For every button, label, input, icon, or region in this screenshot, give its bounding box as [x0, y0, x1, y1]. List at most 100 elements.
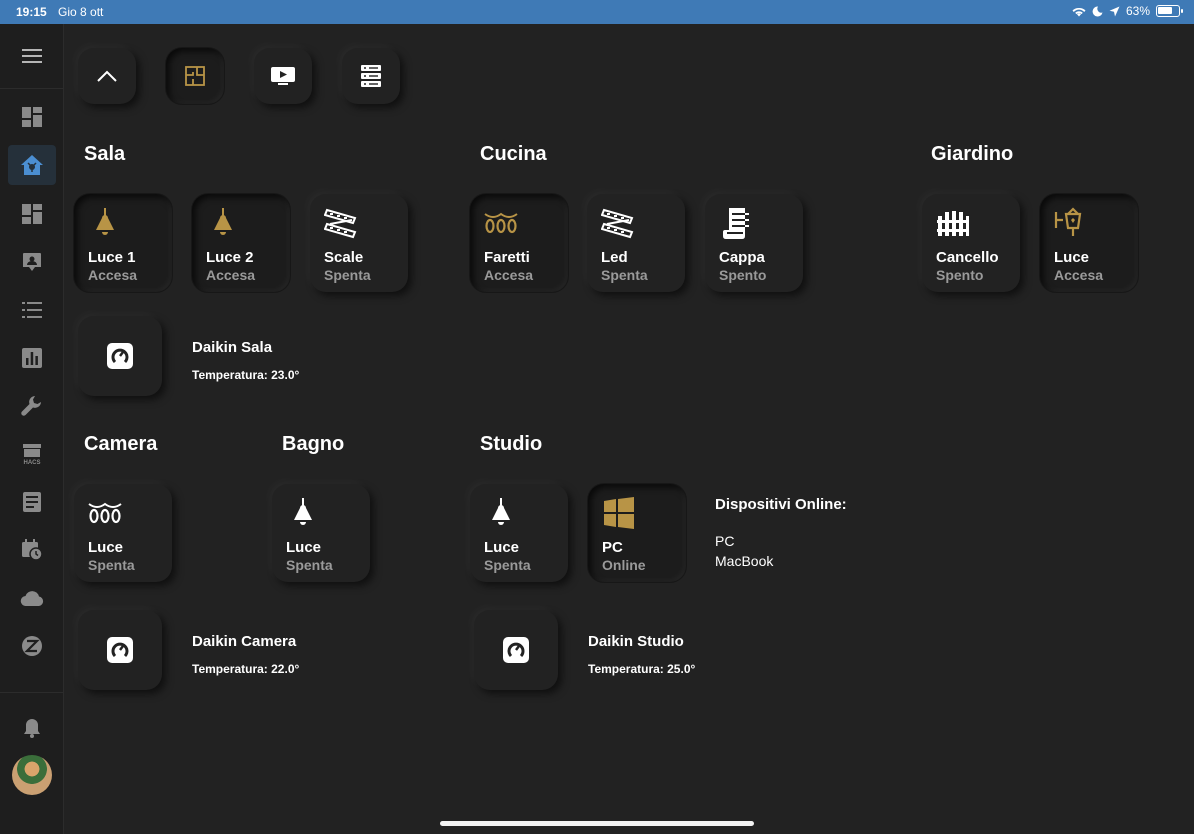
led-strip-icon: [601, 208, 634, 239]
section-title-bagno: Bagno: [282, 433, 345, 455]
wifi-icon: [1072, 7, 1086, 17]
outdoor-lamp-icon: [1054, 207, 1082, 236]
tile-giardino-luce[interactable]: Luce Accesa: [1040, 194, 1138, 292]
battery-icon: [1156, 5, 1183, 17]
cloud-icon: [20, 591, 44, 606]
account-box-icon: [23, 253, 41, 271]
tile-camera-luce[interactable]: Luce Spenta: [74, 484, 172, 582]
menu-button[interactable]: [0, 24, 64, 89]
tv-icon: [271, 67, 295, 85]
tile-name: Luce 1: [88, 249, 136, 266]
tile-sala-luce-2[interactable]: Luce 2 Accesa: [192, 194, 290, 292]
hacs-store-icon: HACS: [23, 444, 41, 465]
tile-state: Spenta: [484, 557, 531, 573]
log-icon: [23, 492, 41, 512]
tile-state: Spenta: [286, 557, 333, 573]
nav-tv-button[interactable]: [254, 48, 312, 104]
devices-online-title: Dispositivi Online:: [715, 496, 847, 513]
tile-name: Cappa: [719, 249, 765, 266]
pendant-lamp-icon: [214, 208, 232, 235]
zwave-icon: [22, 636, 42, 656]
sidebar-item-list[interactable]: [8, 290, 56, 330]
device-item: PC: [715, 533, 735, 549]
pendant-lamp-icon: [492, 498, 510, 525]
tile-name: PC: [602, 539, 623, 556]
section-title-studio: Studio: [480, 433, 543, 455]
sidebar-notifications[interactable]: [8, 708, 56, 748]
tile-name: Luce: [286, 539, 322, 556]
tile-state: Accesa: [206, 267, 256, 283]
tile-name: Cancello: [936, 249, 999, 266]
nav-floorplan-button[interactable]: [166, 48, 224, 104]
sidebar-item-zwave[interactable]: [8, 626, 56, 666]
sidebar-item-dashboard[interactable]: [8, 194, 56, 234]
climate-studio-temp: Temperatura: 25.0°: [588, 662, 696, 676]
hamburger-icon: [22, 49, 42, 63]
tile-state: Spenta: [601, 267, 648, 283]
sidebar-item-history[interactable]: [8, 338, 56, 378]
nav-server-button[interactable]: [342, 48, 400, 104]
tile-name: Luce: [88, 539, 124, 556]
calendar-clock-icon: [22, 539, 43, 561]
sidebar-divider: [0, 692, 64, 693]
tile-cucina-led[interactable]: Led Spenta: [587, 194, 685, 292]
bell-icon: [24, 719, 40, 738]
home-indicator[interactable]: [440, 821, 754, 826]
sidebar-item-hacs[interactable]: HACS: [8, 434, 56, 474]
tile-giardino-cancello[interactable]: Cancello Spento: [922, 194, 1020, 292]
windows-icon: [604, 497, 634, 529]
status-time: 19:15: [16, 5, 47, 19]
home-dashboard-icon: [21, 155, 43, 175]
tile-state: Online: [602, 557, 646, 573]
tile-state: Spento: [719, 267, 767, 283]
climate-studio-name: Daikin Studio: [588, 633, 684, 650]
air-conditioner-icon: [503, 637, 529, 663]
status-bar: 19:15 Gio 8 ott 63%: [0, 0, 1194, 24]
tile-studio-luce[interactable]: Luce Spenta: [470, 484, 568, 582]
climate-sala-name: Daikin Sala: [192, 339, 273, 356]
section-title-sala: Sala: [84, 143, 126, 165]
roof-icon: [97, 70, 117, 82]
device-item: MacBook: [715, 553, 774, 569]
sidebar: HACS: [0, 24, 64, 834]
sidebar-item-developer-tools[interactable]: [8, 386, 56, 426]
tile-bagno-luce[interactable]: Luce Spenta: [272, 484, 370, 582]
list-icon: [22, 302, 42, 318]
tile-studio-pc[interactable]: PC Online: [588, 484, 686, 582]
tile-name: Scale: [324, 249, 364, 266]
tile-state: Spenta: [324, 267, 371, 283]
wrench-icon: [21, 396, 41, 416]
led-strip-icon: [324, 208, 357, 239]
svg-text:HACS: HACS: [23, 460, 40, 465]
climate-camera-temp: Temperatura: 22.0°: [192, 662, 300, 676]
range-hood-icon: [723, 208, 749, 239]
climate-camera-button[interactable]: [78, 610, 162, 690]
climate-sala-button[interactable]: [78, 316, 162, 396]
tile-sala-scale[interactable]: Scale Spenta: [310, 194, 408, 292]
section-title-giardino: Giardino: [931, 143, 1014, 165]
climate-camera-name: Daikin Camera: [192, 633, 297, 650]
tile-name: Faretti: [484, 249, 530, 266]
tile-name: Led: [601, 249, 628, 266]
nav-roof-button[interactable]: [78, 48, 136, 104]
climate-sala-temp: Temperatura: 23.0°: [192, 368, 300, 382]
section-title-camera: Camera: [84, 433, 158, 455]
tile-cucina-faretti[interactable]: Faretti Accesa: [470, 194, 568, 292]
sidebar-item-overview[interactable]: [8, 97, 56, 137]
avatar[interactable]: [12, 755, 52, 795]
dashboard-icon: [22, 204, 42, 224]
tile-sala-luce-1[interactable]: Luce 1 Accesa: [74, 194, 172, 292]
sidebar-item-home[interactable]: [8, 145, 56, 185]
tile-state: Spenta: [88, 557, 135, 573]
tile-cucina-cappa[interactable]: Cappa Spento: [705, 194, 803, 292]
string-lights-icon: [88, 502, 122, 524]
sidebar-item-calendar[interactable]: [8, 530, 56, 570]
sidebar-item-logbook[interactable]: [8, 482, 56, 522]
gate-icon: [937, 211, 969, 236]
sidebar-item-profile[interactable]: [8, 242, 56, 282]
tile-state: Spento: [936, 267, 984, 283]
tile-state: Accesa: [88, 267, 138, 283]
floorplan-icon: [185, 66, 205, 86]
sidebar-item-cloud[interactable]: [8, 578, 56, 618]
climate-studio-button[interactable]: [474, 610, 558, 690]
